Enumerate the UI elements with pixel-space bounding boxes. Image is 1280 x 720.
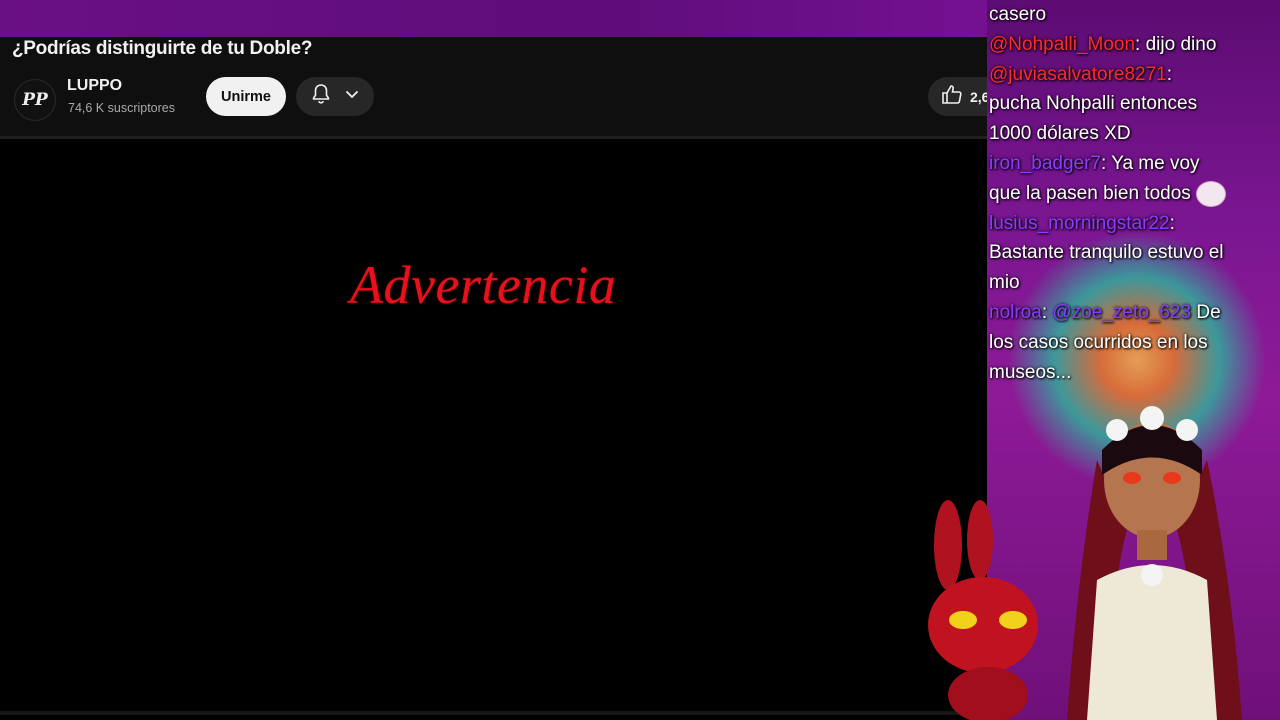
chat-username[interactable]: lusius_morningstar22 (989, 213, 1170, 234)
chat-line: iron_badger7: Ya me voy (989, 149, 1279, 179)
chat-text: los casos ocurridos en los (989, 331, 1208, 353)
chat-text: : Ya me voy (1100, 152, 1200, 174)
channel-name[interactable]: LUPPO (67, 77, 122, 95)
bell-icon (309, 82, 333, 111)
chevron-down-icon (343, 85, 361, 108)
chat-username[interactable]: @juviasalvatore8271 (989, 64, 1167, 85)
chat-text: : (1169, 212, 1175, 234)
like-button[interactable]: 2,6 (928, 77, 987, 116)
chat-mention[interactable]: @zoe_zeto_623 (1052, 302, 1191, 323)
video-title: ¿Podrías distinguirte de tu Doble? (12, 38, 313, 59)
thumbs-up-icon (940, 83, 964, 110)
subscriber-count: 74,6 K suscriptores (68, 101, 175, 115)
chat-line: que la pasen bien todos (989, 179, 1279, 209)
channel-avatar[interactable]: PP (14, 79, 56, 121)
chat-line: casero (989, 0, 1279, 30)
progress-track[interactable] (0, 711, 987, 715)
chat-text: museos... (989, 361, 1072, 383)
stream-top-band (0, 0, 987, 37)
chat-username[interactable]: nolroa (989, 302, 1042, 323)
chat-line: museos... (989, 358, 1279, 388)
chat-line: lusius_morningstar22: (989, 209, 1279, 239)
notifications-button[interactable] (296, 77, 374, 116)
chat-text: Bastante tranquilo estuvo el (989, 242, 1224, 264)
warning-title: Advertencia (350, 255, 617, 315)
chat-text: 1000 dólares XD (989, 123, 1131, 145)
chat-text: casero (989, 4, 1047, 25)
emote-icon (1196, 180, 1227, 207)
chat-text: mio (989, 272, 1020, 294)
chat-line: nolroa: @zoe_zeto_623 De (989, 298, 1279, 328)
chat-text: : (1166, 63, 1173, 85)
chat-text: : (1041, 301, 1053, 323)
video-info-panel: ¿Podrías distinguirte de tu Doble? PP LU… (0, 37, 987, 139)
chat-username[interactable]: iron_badger7 (989, 153, 1101, 174)
chat-line: @Nohpalli_Moon: dijo dino (989, 30, 1279, 60)
chat-line: 1000 dólares XD (989, 119, 1279, 149)
chat-line: Bastante tranquilo estuvo el (989, 238, 1279, 268)
chat-text: De (1191, 301, 1221, 323)
chat-text: pucha Nohpalli entonces (989, 93, 1198, 115)
red-bunny-mascot (928, 500, 1038, 720)
chat-feed-messages: casero @Nohpalli_Moon: dijo dino @juvias… (989, 0, 1279, 387)
like-count: 2,6 (970, 88, 987, 105)
join-button[interactable]: Unirme (206, 77, 286, 116)
vtuber-avatar (1067, 406, 1242, 720)
chat-line: mio (989, 268, 1279, 298)
chat-username[interactable]: @Nohpalli_Moon (989, 34, 1135, 55)
chat-line: pucha Nohpalli entonces (989, 89, 1279, 119)
chat-text: que la pasen bien todos (989, 182, 1191, 204)
chat-line: @juviasalvatore8271: (989, 60, 1279, 90)
chat-line: los casos ocurridos en los (989, 328, 1279, 358)
chat-text: : dijo dino (1135, 33, 1217, 55)
